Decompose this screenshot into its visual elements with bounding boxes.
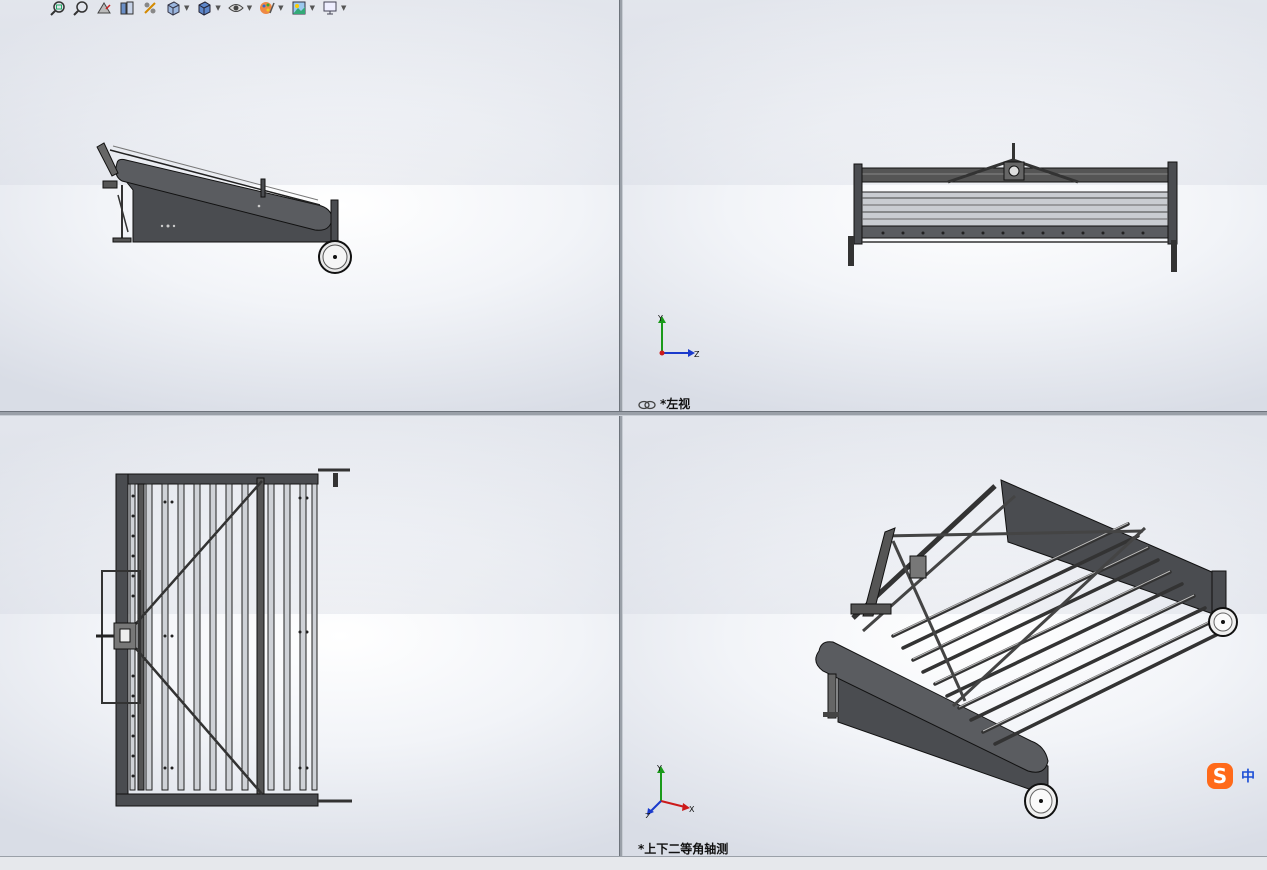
view-name: *左视 <box>660 397 691 411</box>
status-strip <box>0 856 1267 870</box>
viewport-splitter-horizontal[interactable] <box>0 411 1267 416</box>
axis-triad: Y X Z <box>645 763 700 822</box>
viewport-top[interactable] <box>0 416 619 856</box>
view-label-isometric: *上下二等角轴测 <box>638 842 729 856</box>
viewport-left[interactable]: Y Z *左视 <box>623 0 1267 411</box>
svg-text:Z: Z <box>694 350 700 359</box>
left-view-model <box>848 143 1178 272</box>
ime-mode: 中 <box>1241 769 1255 785</box>
isometric-view-model <box>815 479 1238 819</box>
viewport-isometric[interactable]: Y X Z *上下二等角轴测 <box>623 416 1267 856</box>
viewport-front[interactable]: ▼ ▼ ▼ ▼ ▼ ▼ <box>0 0 619 411</box>
view-label-left: *左视 <box>638 395 690 411</box>
ime-logo-icon: S <box>1207 763 1233 789</box>
svg-text:X: X <box>689 805 695 814</box>
front-view-model <box>96 142 352 274</box>
svg-text:Y: Y <box>656 764 662 773</box>
axis-triad: Y Z <box>653 313 703 367</box>
viewport-splitter-vertical[interactable] <box>619 0 623 858</box>
link-view-icon <box>638 400 656 409</box>
ime-indicator[interactable]: S 中 <box>1207 762 1267 790</box>
svg-text:Z: Z <box>645 812 651 818</box>
svg-text:Y: Y <box>657 314 663 323</box>
top-view-model <box>96 468 352 807</box>
roller-bars <box>129 483 318 791</box>
